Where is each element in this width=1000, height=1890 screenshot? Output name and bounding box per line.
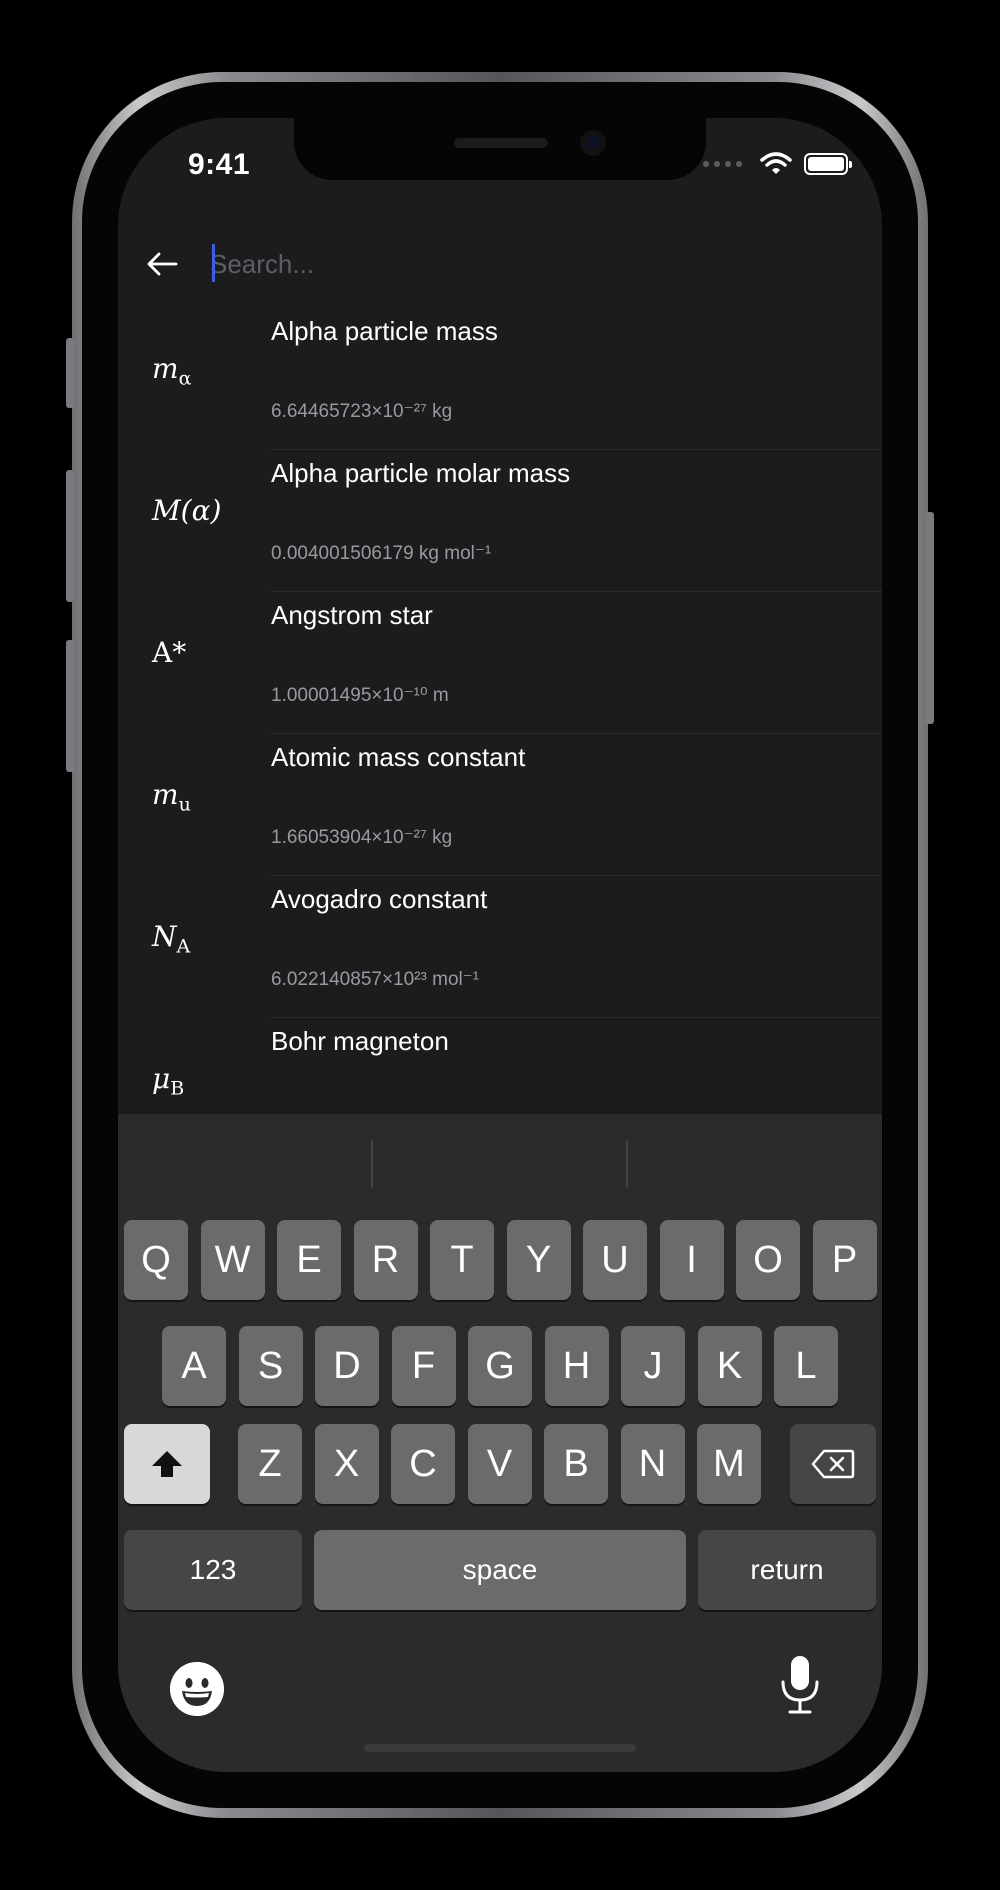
key-q[interactable]: Q (124, 1220, 188, 1300)
key-f[interactable]: F (391, 1326, 456, 1406)
microphone-icon[interactable] (778, 1654, 822, 1716)
key-g[interactable]: G (468, 1326, 532, 1406)
constant-symbol: M(α) (152, 494, 222, 527)
notch (294, 118, 706, 180)
search-bar (118, 230, 882, 300)
constant-value: 0.004001506179 kg mol⁻¹ (271, 543, 492, 564)
constant-value: 6.022140857×10²³ mol⁻¹ (271, 969, 480, 990)
list-item[interactable]: mα Alpha particle mass 6.64465723×10⁻²⁷ kg (118, 308, 882, 450)
constant-symbol: μB (152, 1062, 185, 1100)
home-indicator[interactable] (364, 1744, 636, 1752)
list-item[interactable]: NA Avogadro constant 6.022140857×10²³ mol⁻… (118, 876, 882, 1018)
list-item[interactable]: A* Angstrom star 1.00001495×10⁻¹⁰ m (118, 592, 882, 734)
key-z[interactable]: Z (238, 1424, 302, 1504)
status-icons (703, 152, 852, 176)
suggestion-separator (626, 1140, 628, 1188)
key-v[interactable]: V (467, 1424, 532, 1504)
suggestion-bar (118, 1114, 882, 1214)
constant-symbol: mα (152, 352, 192, 390)
constant-name: Bohr magneton (271, 1026, 449, 1056)
numbers-key[interactable]: 123 (124, 1530, 302, 1610)
phone-volume-down (66, 640, 74, 772)
key-k[interactable]: K (697, 1326, 762, 1406)
key-r[interactable]: R (353, 1220, 418, 1300)
text-caret (212, 244, 215, 282)
suggestion-separator (371, 1140, 373, 1188)
search-input[interactable] (210, 240, 810, 288)
key-x[interactable]: X (314, 1424, 379, 1504)
key-l[interactable]: L (774, 1326, 838, 1406)
constant-name: Alpha particle mass (271, 316, 498, 346)
shift-icon (152, 1451, 182, 1477)
return-key[interactable]: return (698, 1530, 876, 1610)
phone-power-button (926, 512, 934, 724)
screen: 9:41 mα Alpha particle mass 6.64465723×10⁻… (118, 118, 882, 1772)
key-d[interactable]: D (315, 1326, 379, 1406)
key-s[interactable]: S (238, 1326, 303, 1406)
constant-name: Angstrom star (271, 600, 433, 630)
emoji-icon[interactable] (170, 1662, 224, 1716)
key-b[interactable]: B (544, 1424, 608, 1504)
key-t[interactable]: T (430, 1220, 494, 1300)
key-m[interactable]: M (697, 1424, 761, 1504)
key-h[interactable]: H (544, 1326, 609, 1406)
keyboard: QWERTYUIOP ASDFGHJKL ZXCVBNM 123 space ret… (118, 1114, 882, 1772)
phone-volume-up (66, 470, 74, 602)
key-j[interactable]: J (621, 1326, 685, 1406)
status-time: 9:41 (188, 148, 251, 181)
constants-list: mα Alpha particle mass 6.64465723×10⁻²⁷ kg… (118, 308, 882, 1160)
constant-symbol: A* (152, 636, 187, 669)
front-camera (580, 130, 606, 156)
key-i[interactable]: I (659, 1220, 724, 1300)
wifi-icon (760, 152, 792, 174)
constant-name: Avogadro constant (271, 884, 488, 914)
key-u[interactable]: U (583, 1220, 647, 1300)
arrow-left-icon[interactable] (144, 246, 180, 282)
backspace-icon (811, 1449, 855, 1479)
list-item[interactable]: mu Atomic mass constant 1.66053904×10⁻²⁷ k… (118, 734, 882, 876)
delete-key[interactable] (790, 1424, 876, 1504)
constant-value: 6.64465723×10⁻²⁷ kg (271, 401, 453, 422)
key-n[interactable]: N (620, 1424, 685, 1504)
list-item[interactable]: M(α) Alpha particle molar mass 0.004001506… (118, 450, 882, 592)
key-c[interactable]: C (391, 1424, 455, 1504)
shift-key[interactable] (124, 1424, 210, 1504)
space-key[interactable]: space (314, 1530, 686, 1610)
key-a[interactable]: A (162, 1326, 226, 1406)
constant-symbol: NA (152, 920, 191, 958)
battery-icon (804, 153, 852, 175)
constant-name: Alpha particle molar mass (271, 458, 571, 488)
constant-name: Atomic mass constant (271, 742, 526, 772)
key-y[interactable]: Y (506, 1220, 571, 1300)
constant-symbol: mu (152, 778, 191, 816)
key-w[interactable]: W (200, 1220, 265, 1300)
key-o[interactable]: O (736, 1220, 800, 1300)
constant-value: 1.00001495×10⁻¹⁰ m (271, 685, 449, 706)
signal-icon (703, 161, 742, 167)
phone-mute-switch (66, 338, 74, 408)
key-e[interactable]: E (277, 1220, 341, 1300)
earpiece-speaker (454, 138, 548, 148)
constant-value: 1.66053904×10⁻²⁷ kg (271, 827, 453, 848)
key-p[interactable]: P (812, 1220, 877, 1300)
